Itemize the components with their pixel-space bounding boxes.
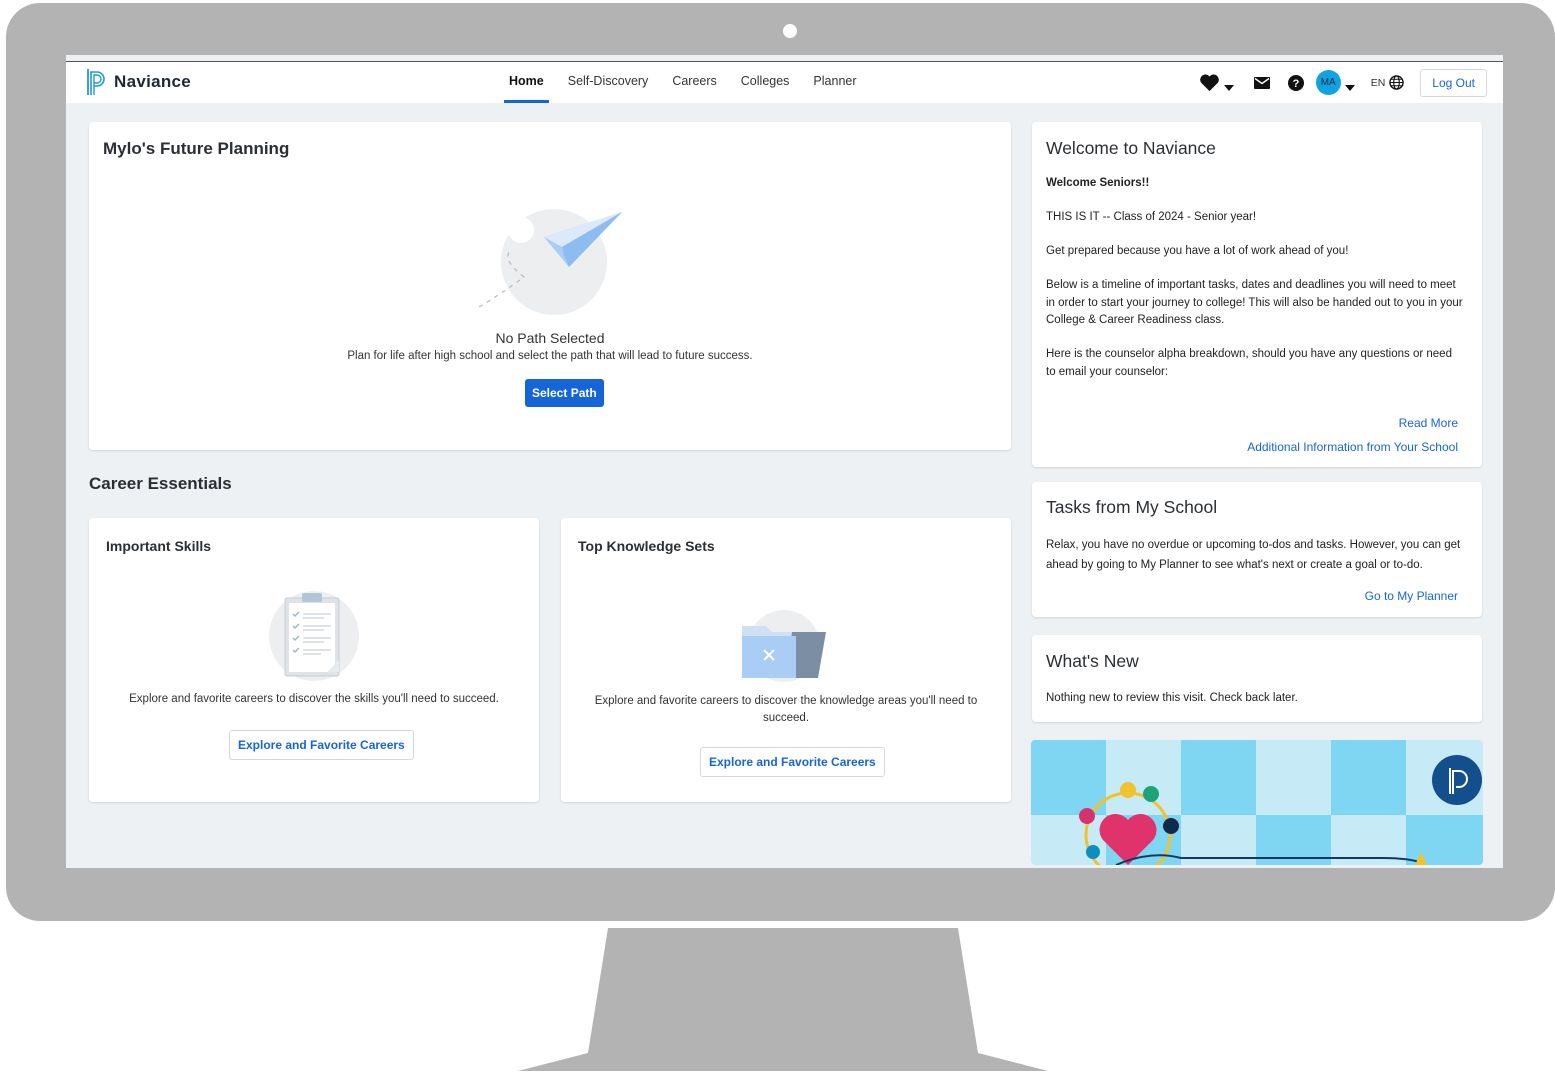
empty-state-title: No Path Selected <box>495 330 605 346</box>
nav-home[interactable]: Home <box>497 62 556 103</box>
globe-icon <box>1389 75 1405 90</box>
select-path-button[interactable]: Select Path <box>525 379 604 407</box>
paper-plane-illustration <box>478 209 622 315</box>
avatar: MA <box>1315 70 1341 95</box>
account-menu[interactable]: MA <box>1315 70 1355 95</box>
nav-self-discovery[interactable]: Self-Discovery <box>556 62 661 103</box>
welcome-subtitle: Welcome Seniors!! <box>1046 177 1150 189</box>
top-navbar: Naviance Home Self-Discovery Careers Col… <box>66 61 1503 103</box>
browser-screen: Naviance Home Self-Discovery Careers Col… <box>66 55 1503 868</box>
card-title: Important Skills <box>106 538 212 554</box>
monitor-stand <box>518 928 1048 1071</box>
promo-banner-image <box>1031 740 1483 865</box>
logout-button[interactable]: Log Out <box>1420 68 1487 97</box>
chevron-down-icon <box>1344 84 1355 91</box>
welcome-paragraph: Get prepared because you have a lot of w… <box>1046 245 1349 257</box>
knowledge-empty-text: Explore and favorite careers to discover… <box>594 695 978 724</box>
additional-info-link[interactable]: Additional Information from Your School <box>1247 440 1458 454</box>
naviance-logo-icon <box>87 69 105 95</box>
empty-state-text: Plan for life after high school and sele… <box>347 350 753 362</box>
card-title: Tasks from My School <box>1046 497 1218 517</box>
heart-icon <box>1199 74 1219 92</box>
help-button[interactable]: ? <box>1287 74 1304 91</box>
tasks-card: Tasks from My School Relax, you have no … <box>1032 482 1482 617</box>
svg-text:?: ? <box>1292 78 1299 90</box>
brand[interactable]: Naviance <box>86 68 191 96</box>
nav-planner[interactable]: Planner <box>801 62 868 103</box>
nav-utilities: ? MA EN Log Out <box>1199 68 1487 97</box>
card-title: Mylo's Future Planning <box>103 139 290 158</box>
career-essentials-heading: Career Essentials <box>89 474 232 493</box>
top-knowledge-sets-card: Top Knowledge Sets Explore and favorite … <box>561 518 1011 802</box>
clipboard-illustration <box>269 591 359 681</box>
whats-new-text: Nothing new to review this visit. Check … <box>1046 692 1298 704</box>
explore-careers-button[interactable]: Explore and Favorite Careers <box>700 747 885 777</box>
welcome-paragraph: THIS IS IT -- Class of 2024 - Senior yea… <box>1046 211 1257 223</box>
welcome-paragraph: Here is the counselor alpha breakdown, s… <box>1046 348 1452 378</box>
nav-careers[interactable]: Careers <box>660 62 728 103</box>
card-title: Welcome to Naviance <box>1046 138 1216 158</box>
folder-illustration <box>742 610 826 682</box>
brand-name: Naviance <box>114 72 192 91</box>
welcome-card: Welcome to Naviance Welcome Seniors!! TH… <box>1032 122 1482 467</box>
go-to-planner-link[interactable]: Go to My Planner <box>1365 589 1458 603</box>
nav-colleges[interactable]: Colleges <box>729 62 802 103</box>
welcome-paragraph: Below is a timeline of important tasks, … <box>1046 279 1463 326</box>
favorites-menu[interactable] <box>1199 73 1234 92</box>
language-menu[interactable]: EN <box>1371 75 1405 90</box>
tasks-text: Relax, you have no overdue or upcoming t… <box>1046 539 1461 571</box>
skills-empty-text: Explore and favorite careers to discover… <box>129 693 499 705</box>
camera-dot <box>783 24 797 38</box>
explore-careers-button[interactable]: Explore and Favorite Careers <box>229 730 414 760</box>
language-code: EN <box>1370 76 1386 89</box>
messages-button[interactable] <box>1253 76 1270 89</box>
chevron-down-icon <box>1223 84 1234 91</box>
future-planning-card: Mylo's Future Planning No Path Selected … <box>89 122 1011 450</box>
main-nav: Home Self-Discovery Careers Colleges Pla… <box>497 62 869 103</box>
important-skills-card: Important Skills Explore and favorite ca… <box>89 518 539 802</box>
whats-new-card: What's New Nothing new to review this vi… <box>1032 635 1482 722</box>
mail-icon <box>1253 76 1270 89</box>
help-icon: ? <box>1287 74 1304 91</box>
card-title: Top Knowledge Sets <box>578 538 715 554</box>
read-more-link[interactable]: Read More <box>1399 416 1458 430</box>
card-title: What's New <box>1046 651 1139 671</box>
